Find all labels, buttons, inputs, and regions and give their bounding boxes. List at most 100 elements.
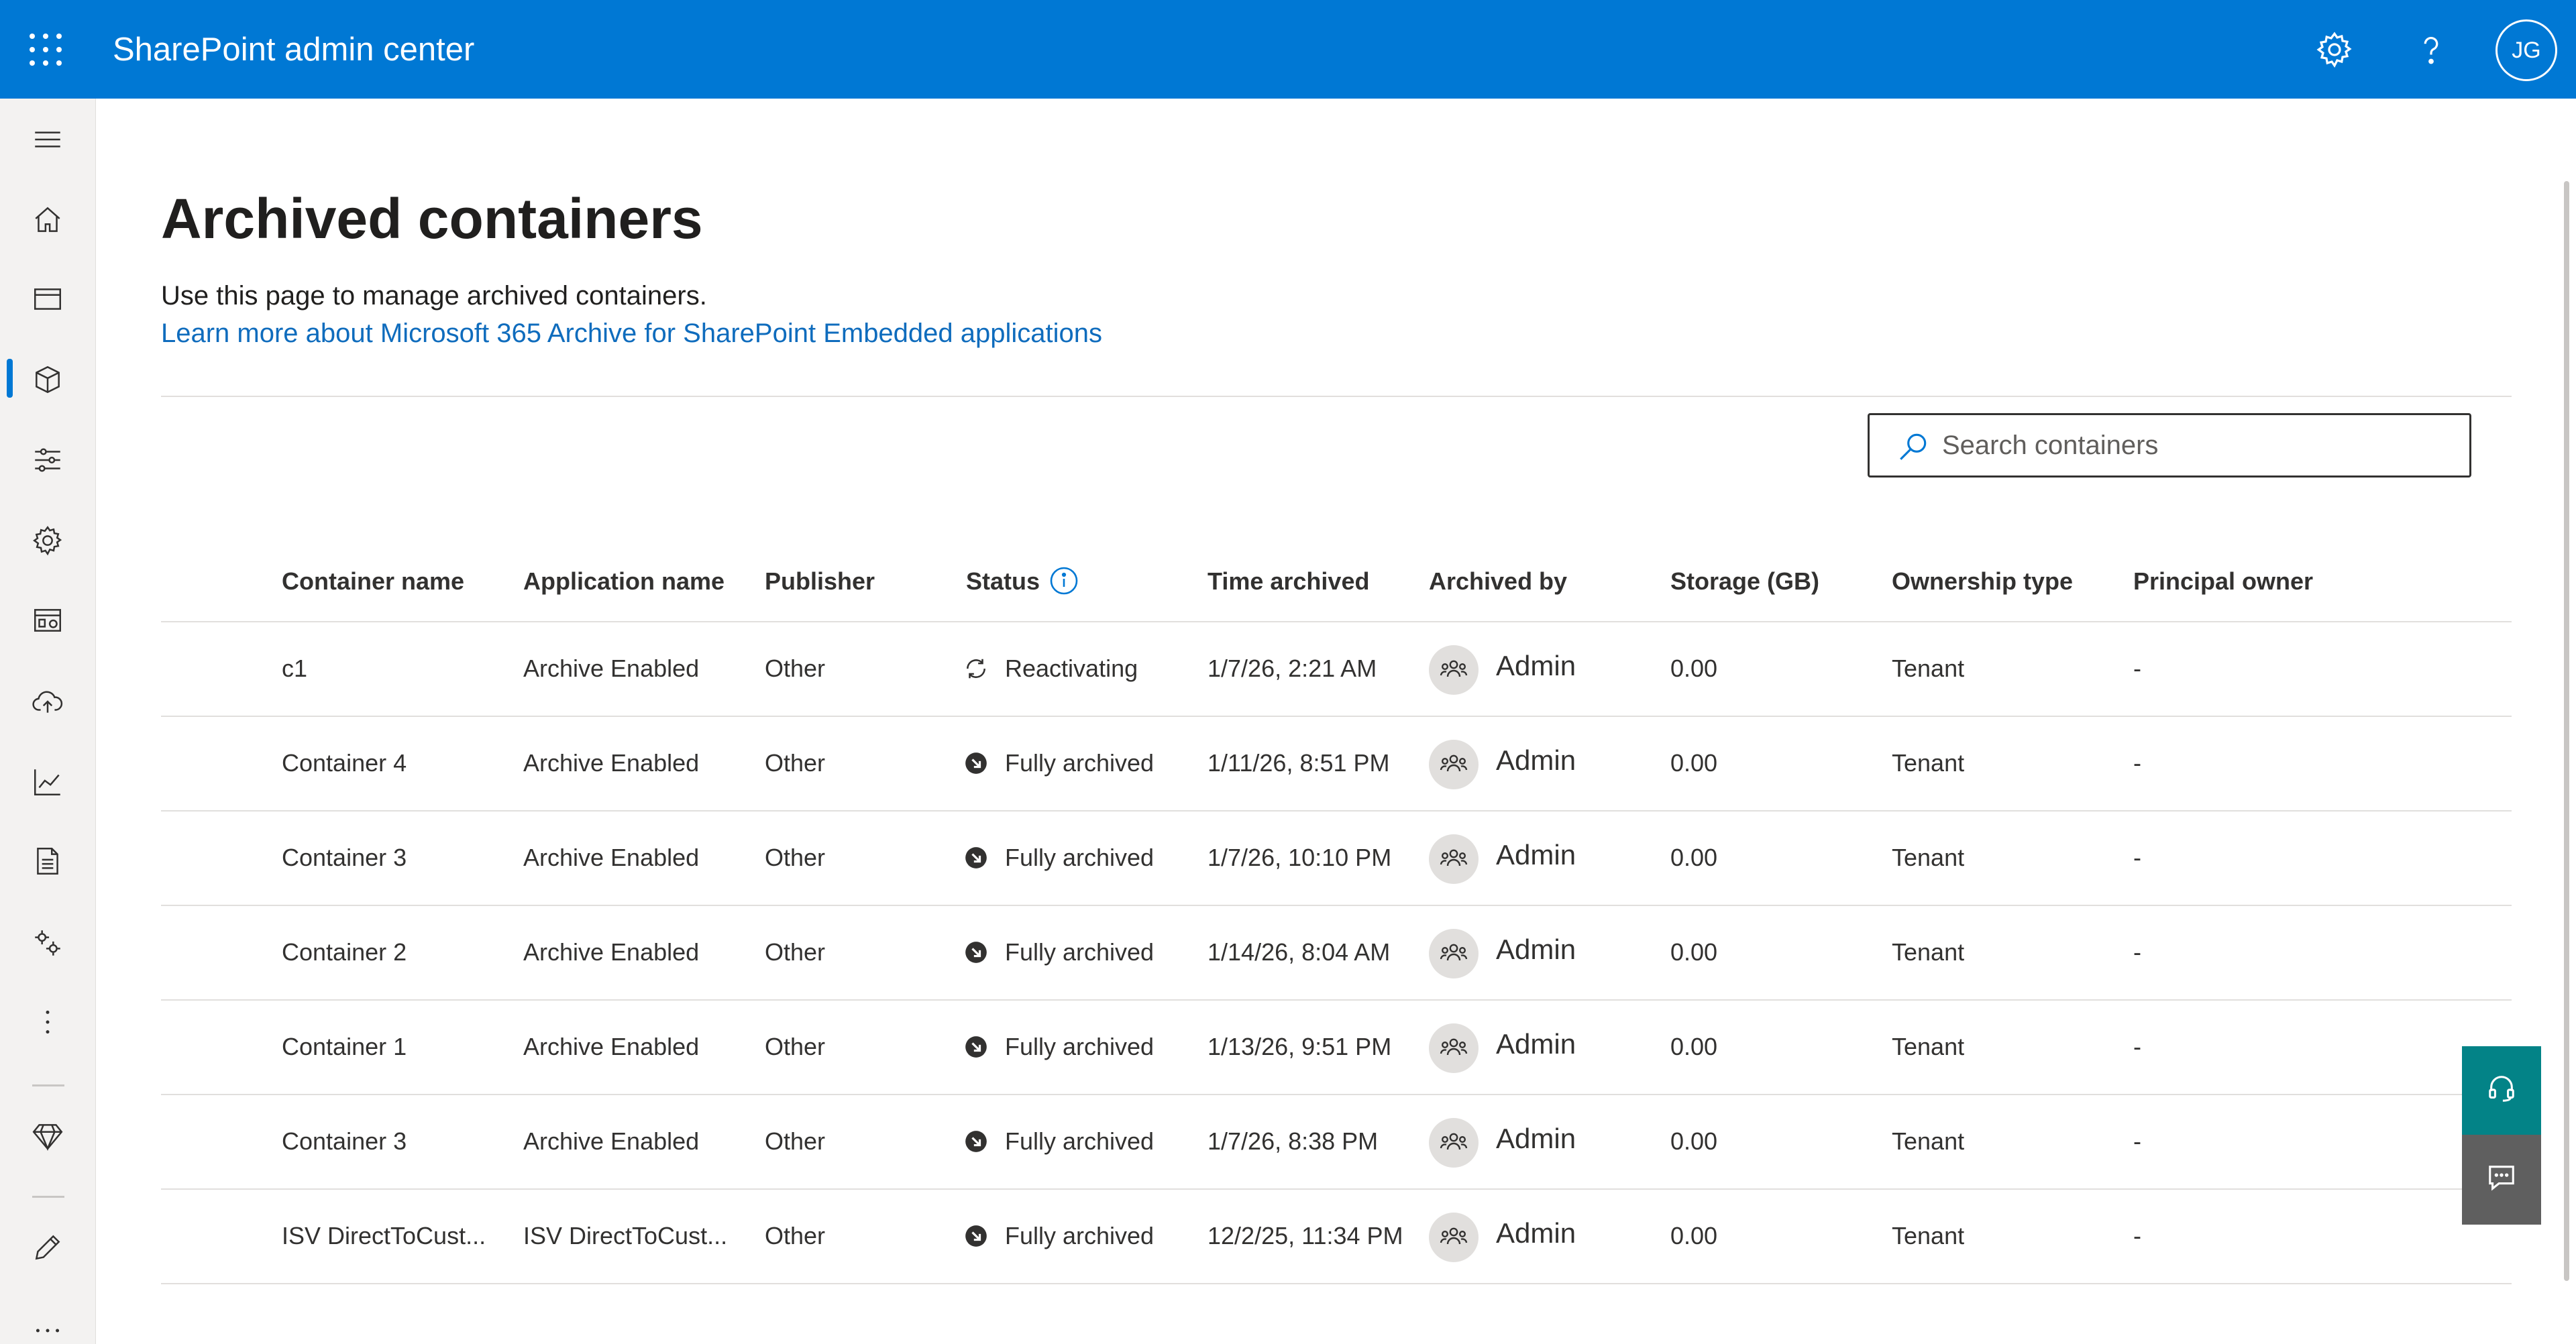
- principal-owner-cell: -: [2133, 653, 2141, 684]
- advanced-settings-gears-icon[interactable]: [0, 907, 96, 974]
- column-header-publisher[interactable]: Publisher: [765, 567, 875, 596]
- left-navigation: [0, 99, 96, 1344]
- status-cell: Fully archived: [1005, 937, 1154, 968]
- principal-owner-cell: -: [2133, 1031, 2141, 1062]
- learn-more-link[interactable]: Learn more about Microsoft 365 Archive f…: [161, 317, 1102, 350]
- storage-cell: 0.00: [1670, 842, 1717, 873]
- status-cell: Fully archived: [1005, 1221, 1154, 1251]
- content-services-icon[interactable]: [0, 585, 96, 653]
- settings-gear-icon[interactable]: [2314, 30, 2355, 70]
- search-box[interactable]: [1868, 413, 2471, 478]
- principal-owner-cell: -: [2133, 1126, 2141, 1157]
- sync-icon: [963, 656, 989, 681]
- principal-owner-cell: -: [2133, 1221, 2141, 1251]
- archived-arrow-icon: [963, 1034, 989, 1060]
- column-header-container-name[interactable]: Container name: [282, 567, 464, 596]
- container-name-cell[interactable]: Container 4: [282, 748, 407, 779]
- archived-by-cell: Admin: [1496, 1123, 1576, 1154]
- storage-cell: 0.00: [1670, 653, 1717, 684]
- container-name-cell[interactable]: c1: [282, 653, 307, 684]
- people-icon: [1429, 1118, 1479, 1168]
- table-row[interactable]: Container 2 Archive Enabled Other Fully …: [161, 906, 2512, 1001]
- table-row[interactable]: Container 3 Archive Enabled Other Fully …: [161, 1095, 2512, 1190]
- nav-divider: [32, 1084, 64, 1086]
- document-icon[interactable]: [0, 826, 96, 893]
- search-input[interactable]: [1942, 425, 2452, 466]
- status-cell: Fully archived: [1005, 1126, 1154, 1157]
- storage-cell: 0.00: [1670, 748, 1717, 779]
- storage-cell: 0.00: [1670, 1126, 1717, 1157]
- archived-by-cell: Admin: [1496, 1218, 1576, 1249]
- app-launcher-icon[interactable]: [30, 34, 62, 66]
- column-header-archived-by[interactable]: Archived by: [1429, 567, 1567, 596]
- sites-browser-icon[interactable]: [0, 264, 96, 331]
- principal-owner-cell: -: [2133, 748, 2141, 779]
- ownership-type-cell: Tenant: [1892, 937, 1964, 968]
- archived-by-cell: Admin: [1496, 651, 1576, 681]
- table-row[interactable]: c1 Archive Enabled Other Reactivating 1/…: [161, 622, 2512, 717]
- more-horizontal-icon[interactable]: [0, 1295, 96, 1344]
- table-row[interactable]: Container 4 Archive Enabled Other Fully …: [161, 717, 2512, 811]
- table-header: Container name Application name Publishe…: [161, 545, 2512, 622]
- container-name-cell[interactable]: Container 3: [282, 1126, 407, 1157]
- people-icon: [1429, 645, 1479, 695]
- column-header-storage[interactable]: Storage (GB): [1670, 567, 1819, 596]
- time-archived-cell: 12/2/25, 11:34 PM: [1208, 1221, 1403, 1251]
- feedback-button[interactable]: [2462, 1135, 2541, 1225]
- publisher-cell: Other: [765, 842, 825, 873]
- publisher-cell: Other: [765, 1126, 825, 1157]
- column-header-application-name[interactable]: Application name: [523, 567, 724, 596]
- publisher-cell: Other: [765, 937, 825, 968]
- home-icon[interactable]: [0, 184, 96, 251]
- table-row[interactable]: Container 1 Archive Enabled Other Fully …: [161, 1001, 2512, 1095]
- time-archived-cell: 1/11/26, 8:51 PM: [1208, 748, 1390, 779]
- info-icon[interactable]: [1048, 565, 1080, 597]
- premium-diamond-icon[interactable]: [0, 1101, 96, 1168]
- status-cell: Reactivating: [1005, 653, 1138, 684]
- application-name-cell: Archive Enabled: [523, 842, 699, 873]
- reports-chart-icon[interactable]: [0, 746, 96, 814]
- column-header-ownership-type[interactable]: Ownership type: [1892, 567, 2073, 596]
- archived-arrow-icon: [963, 940, 989, 965]
- people-icon: [1429, 929, 1479, 978]
- table-row[interactable]: ISV DirectToCust... ISV DirectToCust... …: [161, 1190, 2512, 1284]
- container-name-cell[interactable]: ISV DirectToCust...: [282, 1221, 486, 1251]
- storage-cell: 0.00: [1670, 1221, 1717, 1251]
- edit-pencil-icon[interactable]: [0, 1212, 96, 1279]
- help-support-button[interactable]: [2462, 1046, 2541, 1135]
- time-archived-cell: 1/14/26, 8:04 AM: [1208, 937, 1390, 968]
- ownership-type-cell: Tenant: [1892, 842, 1964, 873]
- top-bar: SharePoint admin center JG: [0, 0, 2576, 99]
- containers-cube-icon[interactable]: [0, 344, 96, 411]
- application-name-cell: Archive Enabled: [523, 653, 699, 684]
- hamburger-menu-icon[interactable]: [0, 104, 96, 171]
- policies-sliders-icon[interactable]: [0, 425, 96, 492]
- people-icon: [1429, 1023, 1479, 1073]
- people-icon: [1429, 740, 1479, 789]
- column-header-status[interactable]: Status: [966, 567, 1040, 596]
- archived-arrow-icon: [963, 1223, 989, 1249]
- column-header-time-archived[interactable]: Time archived: [1208, 567, 1369, 596]
- application-name-cell: Archive Enabled: [523, 1126, 699, 1157]
- app-title[interactable]: SharePoint admin center: [113, 31, 474, 68]
- archived-arrow-icon: [963, 1129, 989, 1154]
- feedback-chat-icon: [2486, 1162, 2517, 1192]
- settings-gear-icon[interactable]: [0, 505, 96, 572]
- migration-cloud-upload-icon[interactable]: [0, 666, 96, 733]
- time-archived-cell: 1/13/26, 9:51 PM: [1208, 1031, 1391, 1062]
- container-name-cell[interactable]: Container 3: [282, 842, 407, 873]
- container-name-cell[interactable]: Container 1: [282, 1031, 407, 1062]
- publisher-cell: Other: [765, 1031, 825, 1062]
- people-icon: [1429, 834, 1479, 884]
- header-divider: [161, 396, 2512, 397]
- more-vertical-icon[interactable]: [0, 987, 96, 1054]
- help-question-icon[interactable]: [2411, 30, 2451, 70]
- application-name-cell: ISV DirectToCust...: [523, 1221, 727, 1251]
- column-header-principal-owner[interactable]: Principal owner: [2133, 567, 2313, 596]
- avatar[interactable]: JG: [2496, 19, 2557, 81]
- table-row[interactable]: Container 3 Archive Enabled Other Fully …: [161, 811, 2512, 906]
- status-cell: Fully archived: [1005, 748, 1154, 779]
- container-name-cell[interactable]: Container 2: [282, 937, 407, 968]
- time-archived-cell: 1/7/26, 10:10 PM: [1208, 842, 1391, 873]
- vertical-scrollbar[interactable]: [2564, 181, 2569, 1281]
